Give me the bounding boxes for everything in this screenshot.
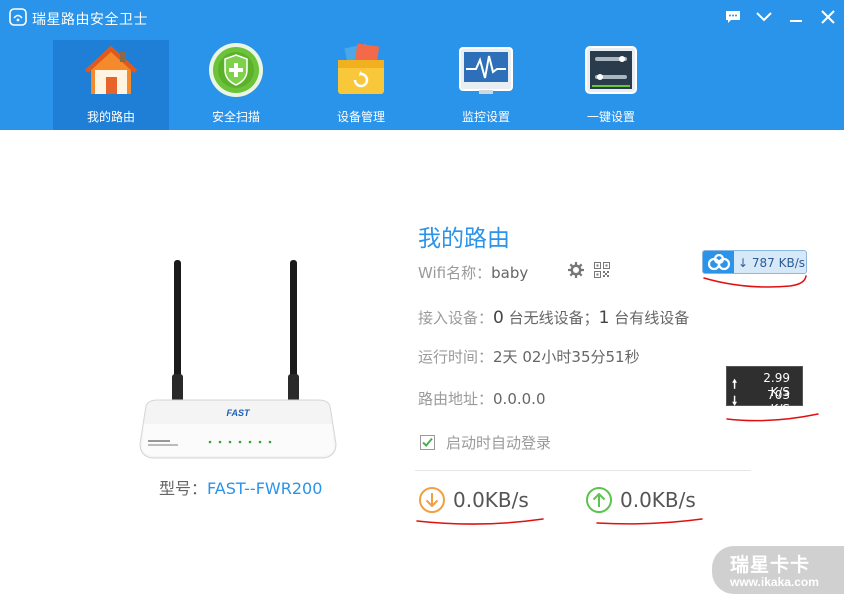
shield-icon [207, 42, 265, 98]
upload-speed: 0.0KB/s [585, 486, 696, 514]
wired-text: 台有线设备 [614, 309, 690, 327]
wifi-name-value: baby [491, 264, 529, 282]
gear-icon[interactable] [567, 261, 585, 279]
svg-text:FAST: FAST [226, 408, 251, 418]
house-icon [82, 42, 140, 98]
app-title: 瑞星路由安全卫士 [32, 12, 148, 28]
tooltip-down-value: 703 K/S [767, 388, 790, 416]
minimize-icon[interactable] [786, 6, 806, 28]
speed-badge-value: 787 KB/s [751, 256, 805, 270]
nav-label: 一键设置 [586, 110, 635, 124]
nav-label: 监控设置 [461, 110, 510, 124]
nav-label: 我的路由 [86, 110, 135, 124]
download-speed: 0.0KB/s [418, 486, 529, 514]
upload-speed-value: 0.0KB/s [620, 488, 696, 512]
nav-label: 安全扫描 [211, 110, 260, 124]
model-label: 型号： [159, 479, 208, 498]
uptime-row: 运行时间：2天 02小时35分51秒 [418, 346, 640, 367]
checkbox-checked-icon[interactable] [420, 435, 435, 450]
router-settings-icon [582, 42, 640, 98]
wireless-text: 台无线设备； [508, 309, 599, 327]
qr-code-icon[interactable] [594, 262, 610, 278]
model-value: FAST--FWR200 [207, 479, 323, 498]
network-speed-tooltip: 🠕 2.99 K/S 🠗 703 K/S [726, 366, 803, 416]
watermark-url: www.ikaka.com [730, 575, 819, 589]
address-label: 路由地址： [418, 390, 494, 408]
feedback-icon[interactable] [723, 6, 743, 28]
autologin-checkbox[interactable]: 启动时自动登录 [420, 432, 551, 453]
wifi-name-row: Wifi名称：baby [418, 262, 528, 283]
address-value: 0.0.0.0 [493, 390, 546, 408]
nav-tab-my-router[interactable]: 我的路由 [53, 40, 169, 130]
wifi-name-label: Wifi名称： [418, 264, 492, 282]
devices-label: 接入设备： [418, 309, 494, 327]
dropdown-menu-icon[interactable] [754, 6, 774, 28]
cloud-link-icon [703, 251, 734, 273]
speed-badge[interactable]: ↓ 787 KB/s [702, 250, 807, 274]
title-bar[interactable]: 瑞星路由安全卫士 [0, 0, 844, 36]
router-address-row: 路由地址：0.0.0.0 [418, 388, 546, 409]
nav-label: 设备管理 [336, 110, 385, 124]
info-title: 我的路由 [418, 226, 510, 252]
monitor-icon [457, 42, 515, 98]
uptime-value: 2天 02小时35分51秒 [493, 348, 640, 366]
download-speed-value: 0.0KB/s [453, 488, 529, 512]
download-arrow-icon [419, 487, 445, 513]
upload-arrow-icon [586, 487, 612, 513]
autologin-label: 启动时自动登录 [446, 434, 552, 452]
model-row: 型号：FAST--FWR200 [159, 475, 322, 499]
header-bar: 瑞星路由安全卫士 我的路由 安全扫描 设备管理 监控设置 一键设置 [0, 0, 844, 130]
divider [415, 470, 751, 471]
down-arrow-icon: ↓ [738, 256, 752, 270]
watermark-title: 瑞星卡卡 [730, 554, 811, 576]
wireless-count: 0 [493, 308, 504, 328]
down-arrow-icon: 🠗 [732, 393, 738, 408]
nav-tab-monitor-settings[interactable]: 监控设置 [428, 40, 544, 130]
wired-count: 1 [598, 308, 610, 328]
nav-tab-one-click-settings[interactable]: 一键设置 [553, 40, 669, 130]
router-image: FAST [128, 256, 348, 468]
nav-tab-security-scan[interactable]: 安全扫描 [178, 40, 294, 130]
uptime-label: 运行时间： [418, 348, 494, 366]
close-icon[interactable] [818, 6, 838, 28]
toolbox-icon [332, 42, 390, 98]
connected-devices-row: 接入设备：0 台无线设备；1 台有线设备 [418, 307, 689, 328]
app-logo-icon [9, 8, 27, 26]
watermark: 瑞星卡卡 www.ikaka.com [712, 546, 844, 594]
nav-tab-device-management[interactable]: 设备管理 [303, 40, 419, 130]
